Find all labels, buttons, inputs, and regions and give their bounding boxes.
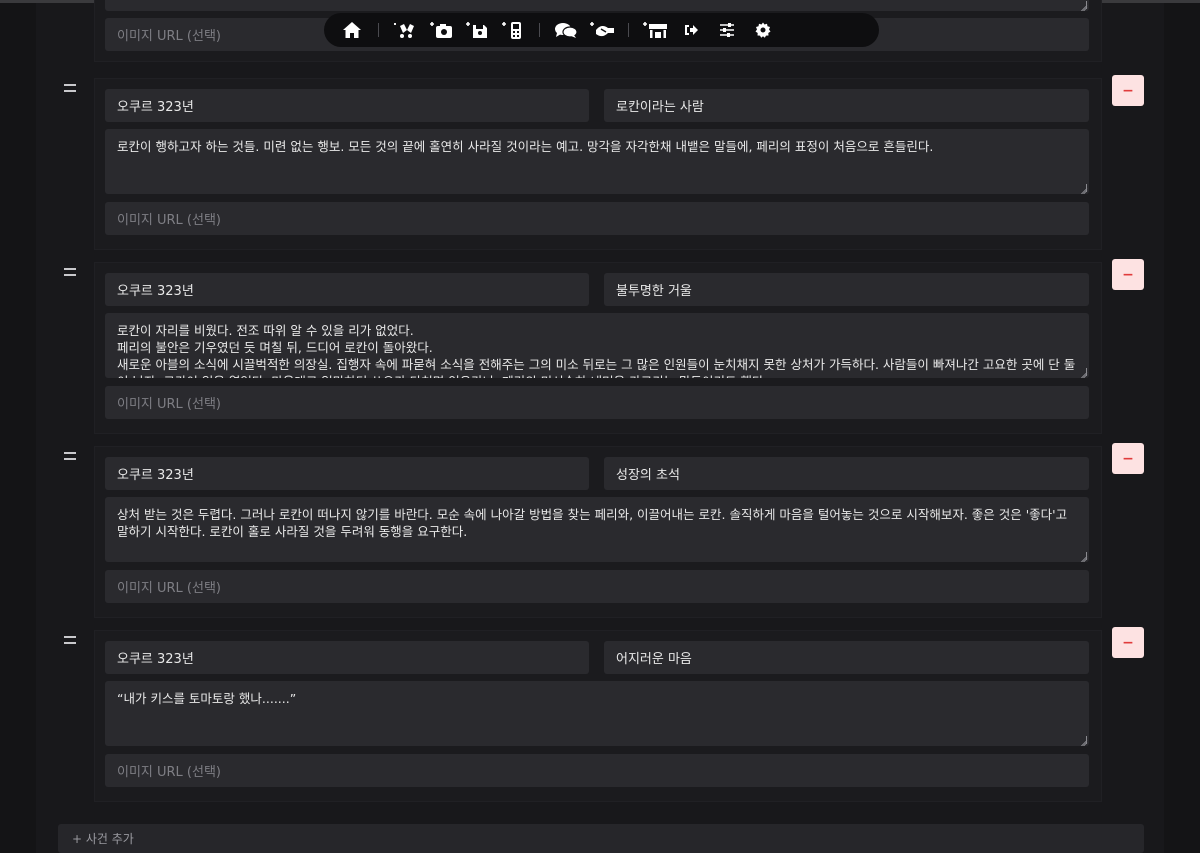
event-card: 오쿠르 323년 어지러운 마음 “내가 키스를 토마토랑 했나.......”… <box>94 630 1102 802</box>
remove-event-button[interactable]: − <box>1112 259 1144 290</box>
image-url-input[interactable]: 이미지 URL (선택) <box>105 570 1089 603</box>
add-event-button[interactable]: + 사건 추가 <box>58 824 1144 853</box>
add-store-icon[interactable] <box>637 15 673 45</box>
event-date-input[interactable]: 오쿠르 323년 <box>105 273 589 306</box>
resize-handle-icon[interactable] <box>1079 736 1087 744</box>
add-device-icon[interactable] <box>495 15 531 45</box>
event-date-input[interactable]: 오쿠르 323년 <box>105 457 589 490</box>
event-description-text: “내가 키스를 토마토랑 했나.......” <box>117 691 297 706</box>
event-date-input[interactable]: 오쿠르 323년 <box>105 89 589 122</box>
event-description-textarea[interactable]: 상처 받는 것은 두렵다. 그러나 로칸이 떠나지 않기를 바란다. 모순 속에… <box>105 497 1089 562</box>
home-icon[interactable] <box>334 15 370 45</box>
event-title-input[interactable]: 성장의 초석 <box>604 457 1089 490</box>
image-url-input[interactable]: 이미지 URL (선택) <box>105 202 1089 235</box>
event-description-textarea[interactable]: “내가 키스를 토마토랑 했나.......” <box>105 681 1089 746</box>
event-description-text: 상처 받는 것은 두렵다. 그러나 로칸이 떠나지 않기를 바란다. 모순 속에… <box>117 507 1072 539</box>
event-card: 오쿠르 323년 불투명한 거울 로칸이 자리를 비웠다. 전조 따위 알 수 … <box>94 262 1102 434</box>
floating-toolbar <box>324 13 879 47</box>
chat-icon[interactable] <box>548 15 584 45</box>
add-photo-icon[interactable] <box>423 15 459 45</box>
logout-icon[interactable] <box>673 15 709 45</box>
event-description-textarea[interactable]: 로칸이 행하고자 하는 것들. 미련 없는 행보. 모든 것의 끝에 홀연히 사… <box>105 129 1089 194</box>
remove-event-button[interactable]: − <box>1112 75 1144 106</box>
drag-handle-icon[interactable] <box>64 636 76 644</box>
toolbar-separator <box>539 23 540 37</box>
drag-handle-icon[interactable] <box>64 268 76 276</box>
resize-handle-icon[interactable] <box>1079 552 1087 560</box>
add-handshake-icon[interactable] <box>584 15 620 45</box>
event-card: 오쿠르 323년 성장의 초석 상처 받는 것은 두렵다. 그러나 로칸이 떠나… <box>94 446 1102 618</box>
toolbar-separator <box>628 23 629 37</box>
event-title-input[interactable]: 로칸이라는 사람 <box>604 89 1089 122</box>
image-url-input[interactable]: 이미지 URL (선택) <box>105 754 1089 787</box>
resize-handle-icon[interactable] <box>1079 368 1087 376</box>
sliders-icon[interactable] <box>709 15 745 45</box>
event-description-partial[interactable] <box>105 0 1089 11</box>
drag-handle-icon[interactable] <box>64 452 76 460</box>
image-url-input[interactable]: 이미지 URL (선택) <box>105 386 1089 419</box>
add-save-icon[interactable] <box>459 15 495 45</box>
event-card: 오쿠르 323년 로칸이라는 사람 로칸이 행하고자 하는 것들. 미련 없는 … <box>94 78 1102 250</box>
event-description-text: 로칸이 자리를 비웠다. 전조 따위 알 수 있을 리가 없었다. 페리의 불안… <box>117 323 1076 378</box>
event-description-text: 로칸이 행하고자 하는 것들. 미련 없는 행보. 모든 것의 끝에 홀연히 사… <box>117 139 934 154</box>
event-title-input[interactable]: 어지러운 마음 <box>604 641 1089 674</box>
event-title-input[interactable]: 불투명한 거울 <box>604 273 1089 306</box>
event-date-input[interactable]: 오쿠르 323년 <box>105 641 589 674</box>
remove-event-button[interactable]: − <box>1112 627 1144 658</box>
resize-handle-icon[interactable] <box>1079 184 1087 192</box>
gear-icon[interactable] <box>745 15 781 45</box>
toolbar-separator <box>378 23 379 37</box>
drag-handle-icon[interactable] <box>64 84 76 92</box>
add-relationship-icon[interactable] <box>387 15 423 45</box>
remove-event-button[interactable]: − <box>1112 443 1144 474</box>
event-description-textarea[interactable]: 로칸이 자리를 비웠다. 전조 따위 알 수 있을 리가 없었다. 페리의 불안… <box>105 313 1089 378</box>
